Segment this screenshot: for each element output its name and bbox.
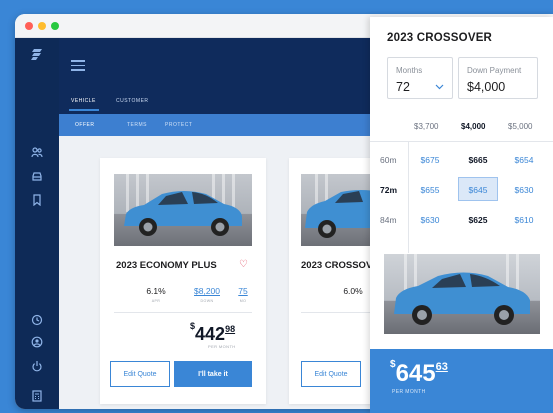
down-payment-field[interactable]: Down Payment $4,000 <box>458 57 538 99</box>
selected-price-banner: $64563 PER MONTH <box>370 349 553 413</box>
payment-cell-selected[interactable]: $645 <box>458 185 498 195</box>
close-window-button[interactable] <box>25 22 33 30</box>
vehicle-name: 2023 ECONOMY PLUS <box>116 260 217 271</box>
active-tab-indicator <box>69 109 99 111</box>
term-label-selected: 72m <box>380 185 398 195</box>
term-label: 84m <box>380 215 397 225</box>
vehicle-photo <box>384 254 540 334</box>
chevron-down-icon <box>435 83 444 92</box>
bookmark-icon[interactable] <box>29 192 45 208</box>
subtab-offer[interactable]: OFFER <box>75 122 94 128</box>
down-payment-field-label: Down Payment <box>467 66 522 75</box>
apr-label: APR <box>151 299 161 303</box>
payment-cell[interactable]: $630 <box>504 185 544 195</box>
subtab-protect[interactable]: PROTECT <box>165 122 192 128</box>
power-icon[interactable] <box>29 358 45 374</box>
per-month-label: PER MONTH <box>208 344 236 349</box>
minimize-window-button[interactable] <box>38 22 46 30</box>
months-field-label: Months <box>396 66 423 75</box>
calculator-icon[interactable] <box>29 388 45 404</box>
favorite-heart-icon[interactable]: ♡ <box>239 259 248 270</box>
people-icon[interactable] <box>29 144 45 160</box>
payment-cell[interactable]: $625 <box>458 215 498 225</box>
edit-quote-button[interactable]: Edit Quote <box>110 361 170 387</box>
clock-icon[interactable] <box>29 312 45 328</box>
payment-cell[interactable]: $630 <box>410 215 450 225</box>
term-label: 60m <box>380 155 397 165</box>
maximize-window-button[interactable] <box>51 22 59 30</box>
user-circle-icon[interactable] <box>29 334 45 350</box>
sidebar <box>15 38 59 409</box>
payment-cell[interactable]: $610 <box>504 215 544 225</box>
card-divider <box>114 312 252 313</box>
payment-cell[interactable]: $675 <box>410 155 450 165</box>
monthly-price: $44298 <box>190 321 236 344</box>
payment-cell[interactable]: $654 <box>504 155 544 165</box>
months-link[interactable]: 75 <box>236 286 250 296</box>
vehicle-photo <box>301 174 381 246</box>
months-field-value: 72 <box>396 80 410 94</box>
quote-panel: 2023 CROSSOVER Months 72 Down Payment $4… <box>370 17 553 413</box>
down-option-selected[interactable]: $4,000 <box>461 122 485 131</box>
down-option[interactable]: $3,700 <box>414 122 438 131</box>
payment-cell[interactable]: $665 <box>458 155 498 165</box>
payment-cell[interactable]: $655 <box>410 185 450 195</box>
down-label: DOWN <box>200 299 214 303</box>
hamburger-menu-icon[interactable] <box>71 60 85 71</box>
tab-vehicle[interactable]: VEHICLE <box>71 98 96 104</box>
vehicle-photo <box>114 174 252 246</box>
down-payment-field-value: $4,000 <box>467 80 506 94</box>
vehicle-offer-card: 2023 ECONOMY PLUS ♡ 6.1% APR $8,200 DOWN… <box>100 158 266 404</box>
down-payment-link[interactable]: $8,200 <box>189 286 225 296</box>
down-option[interactable]: $5,000 <box>508 122 532 131</box>
selected-monthly-price: $64563 <box>390 359 448 387</box>
take-it-button[interactable]: I'll take it <box>174 361 252 387</box>
panel-title: 2023 CROSSOVER <box>387 32 493 44</box>
apr-value: 6.0% <box>343 286 363 296</box>
logo-icon[interactable] <box>29 46 45 62</box>
per-month-label: PER MONTH <box>392 389 426 395</box>
months-select[interactable]: Months 72 <box>387 57 453 99</box>
term-column-divider <box>408 141 409 253</box>
tab-customer[interactable]: CUSTOMER <box>116 98 149 104</box>
months-label: MO <box>239 299 247 303</box>
apr-value: 6.1% <box>146 286 166 296</box>
car-icon[interactable] <box>29 168 45 184</box>
grid-divider <box>370 141 553 142</box>
edit-quote-button[interactable]: Edit Quote <box>301 361 361 387</box>
subtab-terms[interactable]: TERMS <box>127 122 147 128</box>
